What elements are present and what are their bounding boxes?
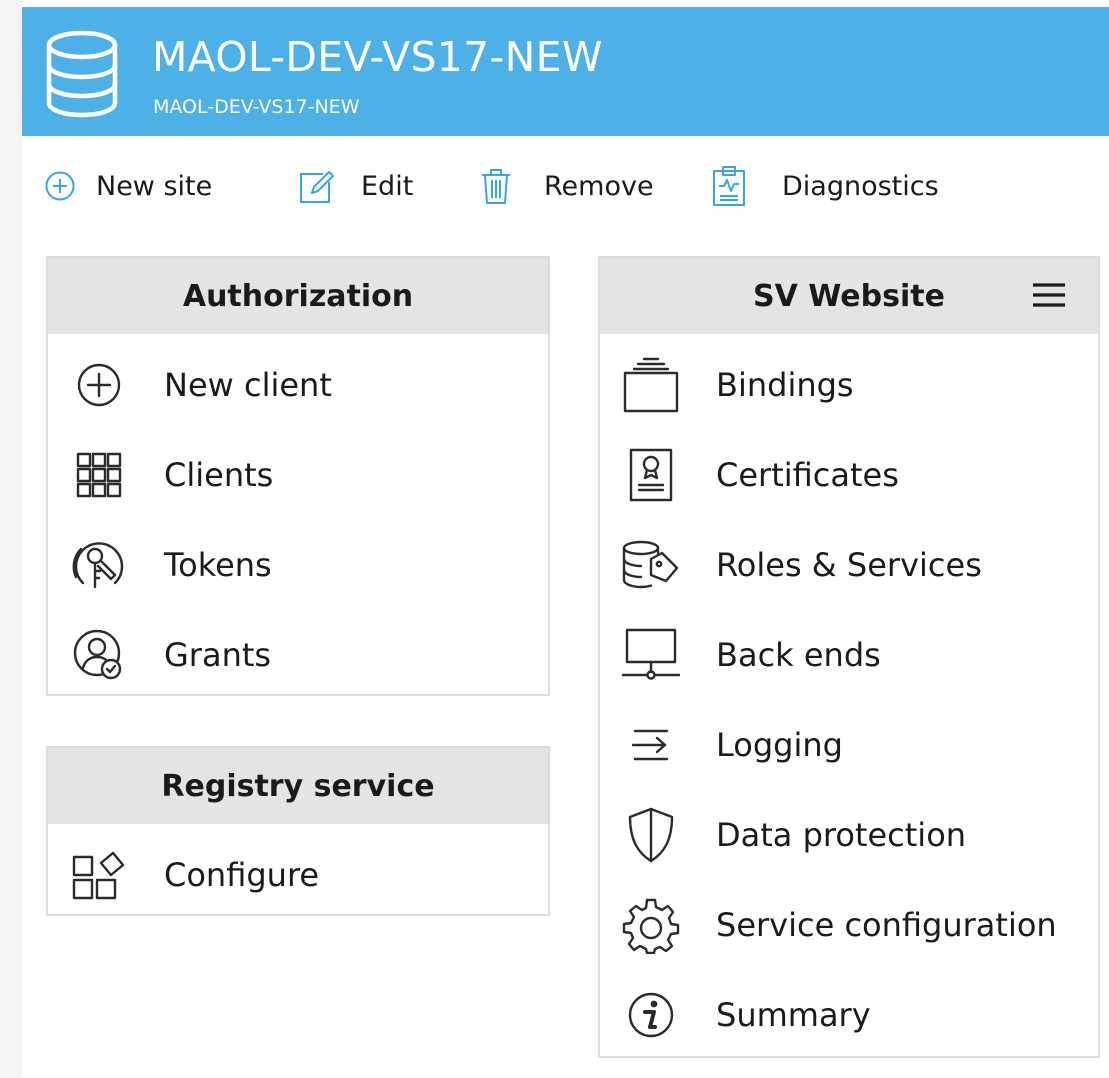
summary-item[interactable]: Summary <box>600 970 1098 1060</box>
trash-icon <box>482 169 510 204</box>
sv-website-header: SV Website <box>600 258 1098 334</box>
key-circle-icon <box>68 534 130 596</box>
remove-label: Remove <box>544 170 654 202</box>
shield-icon <box>620 804 682 866</box>
roles-services-icon <box>620 534 682 596</box>
authorization-title: Authorization <box>48 258 548 334</box>
plus-circle-icon <box>45 171 75 201</box>
bindings-item[interactable]: Bindings <box>600 340 1098 430</box>
diagnostics-button[interactable]: Diagnostics <box>712 160 939 212</box>
data-protection-item[interactable]: Data protection <box>600 790 1098 880</box>
service-configuration-item[interactable]: Service configuration <box>600 880 1098 970</box>
clients-item[interactable]: Clients <box>48 430 548 520</box>
logging-icon <box>620 714 682 776</box>
tokens-item[interactable]: Tokens <box>48 520 548 610</box>
left-margin <box>0 0 22 1078</box>
service-configuration-label: Service configuration <box>716 906 1057 944</box>
logging-item[interactable]: Logging <box>600 700 1098 790</box>
new-client-item[interactable]: New client <box>48 340 548 430</box>
site-subtitle: MAOL-DEV-VS17-NEW <box>153 96 360 118</box>
toolbar: New site Edit Remove Diagnostics <box>22 160 1109 212</box>
grants-label: Grants <box>164 636 272 674</box>
network-monitor-icon <box>620 624 682 686</box>
sv-website-panel: SV Website Bindings Certificates Roles &… <box>598 256 1100 1058</box>
new-site-button[interactable]: New site <box>44 160 212 212</box>
configure-label: Configure <box>164 856 320 894</box>
logging-label: Logging <box>716 726 843 764</box>
tokens-label: Tokens <box>164 546 272 584</box>
edit-label: Edit <box>361 170 414 202</box>
configure-item[interactable]: Configure <box>48 830 548 920</box>
edit-button[interactable]: Edit <box>297 160 413 212</box>
info-icon <box>620 984 682 1046</box>
new-client-label: New client <box>164 366 332 404</box>
registry-service-title: Registry service <box>48 748 548 824</box>
user-check-icon <box>68 624 130 686</box>
bindings-label: Bindings <box>716 366 854 404</box>
diagnostics-label: Diagnostics <box>782 170 939 202</box>
grants-item[interactable]: Grants <box>48 610 548 700</box>
back-ends-label: Back ends <box>716 636 881 674</box>
new-site-label: New site <box>96 170 213 202</box>
configure-blocks-icon <box>68 844 130 906</box>
authorization-panel: Authorization New client Clients Tokens … <box>46 256 550 696</box>
back-ends-item[interactable]: Back ends <box>600 610 1098 700</box>
data-protection-label: Data protection <box>716 816 967 854</box>
certificate-icon <box>620 444 682 506</box>
gear-icon <box>620 894 682 956</box>
bindings-icon <box>620 354 682 416</box>
plus-circle-icon <box>68 354 130 416</box>
roles-services-item[interactable]: Roles & Services <box>600 520 1098 610</box>
clipboard-pulse-icon <box>713 166 745 206</box>
site-title: MAOL-DEV-VS17-NEW <box>152 33 603 81</box>
edit-icon <box>300 171 334 203</box>
certificates-label: Certificates <box>716 456 899 494</box>
database-icon <box>46 30 118 118</box>
certificates-item[interactable]: Certificates <box>600 430 1098 520</box>
roles-services-label: Roles & Services <box>716 546 982 584</box>
clients-label: Clients <box>164 456 274 494</box>
summary-label: Summary <box>716 996 871 1034</box>
remove-button[interactable]: Remove <box>478 160 654 212</box>
site-header: MAOL-DEV-VS17-NEW MAOL-DEV-VS17-NEW <box>22 7 1109 136</box>
grid-icon <box>68 444 130 506</box>
hamburger-menu-icon[interactable] <box>1032 282 1066 308</box>
registry-service-panel: Registry service Configure <box>46 746 550 916</box>
sv-website-title: SV Website <box>753 278 945 314</box>
